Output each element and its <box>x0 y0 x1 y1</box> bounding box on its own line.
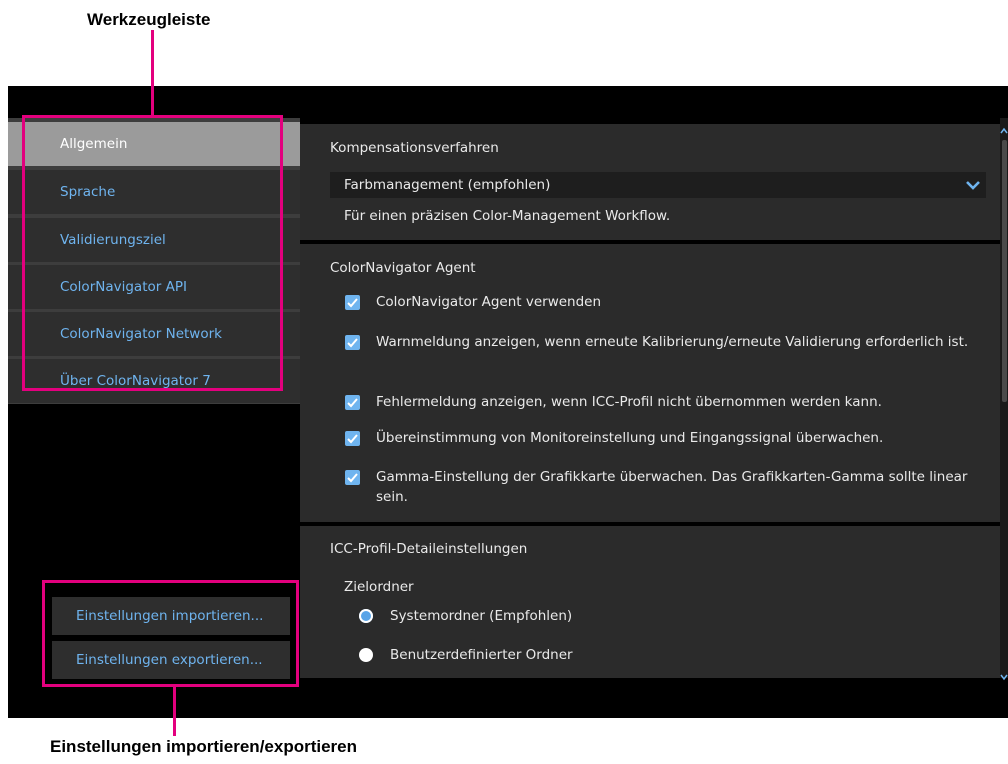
agent-checkbox-3[interactable] <box>345 395 360 410</box>
agent-checkbox-5[interactable] <box>345 470 360 485</box>
target-folder-label: Zielordner <box>344 579 414 595</box>
agent-title: ColorNavigator Agent <box>330 260 476 276</box>
check-icon <box>347 338 358 348</box>
agent-checkbox-2[interactable] <box>345 335 360 350</box>
agent-option-label: ColorNavigator Agent verwenden <box>376 294 602 310</box>
icc-title: ICC-Profil-Detaileinstellungen <box>330 541 528 557</box>
compensation-dropdown[interactable]: Farbmanagement (empfohlen) <box>330 172 986 198</box>
toolbar-callout-line <box>151 30 154 116</box>
import-export-callout-line <box>173 686 176 736</box>
radio-system-folder[interactable] <box>359 609 373 623</box>
radio-custom-folder-label: Benutzerdefinierter Ordner <box>390 647 573 663</box>
scroll-down-icon[interactable] <box>1000 666 1008 685</box>
check-icon <box>347 473 358 483</box>
agent-checkbox-4[interactable] <box>345 431 360 446</box>
compensation-description: Für einen präzisen Color-Management Work… <box>344 208 671 224</box>
compensation-selected-value: Farbmanagement (empfohlen) <box>344 177 551 193</box>
agent-option-label: Gamma-Einstellung der Grafikkarte überwa… <box>376 469 968 505</box>
toolbar-highlight-box <box>22 115 283 391</box>
scrollbar[interactable] <box>1000 118 1008 681</box>
toolbar-callout-label: Werkzeugleiste <box>87 10 211 29</box>
check-icon <box>347 434 358 444</box>
scroll-up-icon[interactable] <box>1000 120 1008 139</box>
import-export-callout-label: Einstellungen importieren/exportieren <box>50 737 358 756</box>
chevron-down-icon <box>960 172 986 198</box>
check-icon <box>347 398 358 408</box>
radio-custom-folder[interactable] <box>359 648 373 662</box>
agent-option-label: Fehlermeldung anzeigen, wenn ICC-Profil … <box>376 394 882 410</box>
agent-option-label: Übereinstimmung von Monitoreinstellung u… <box>376 430 884 446</box>
scrollbar-thumb[interactable] <box>1002 140 1007 402</box>
agent-option-label: Warnmeldung anzeigen, wenn erneute Kalib… <box>376 334 969 350</box>
agent-checkbox-1[interactable] <box>345 295 360 310</box>
compensation-title: Kompensationsverfahren <box>330 140 499 156</box>
radio-system-folder-label: Systemordner (Empfohlen) <box>390 608 573 624</box>
import-export-highlight-box <box>42 580 299 687</box>
check-icon <box>347 298 358 308</box>
